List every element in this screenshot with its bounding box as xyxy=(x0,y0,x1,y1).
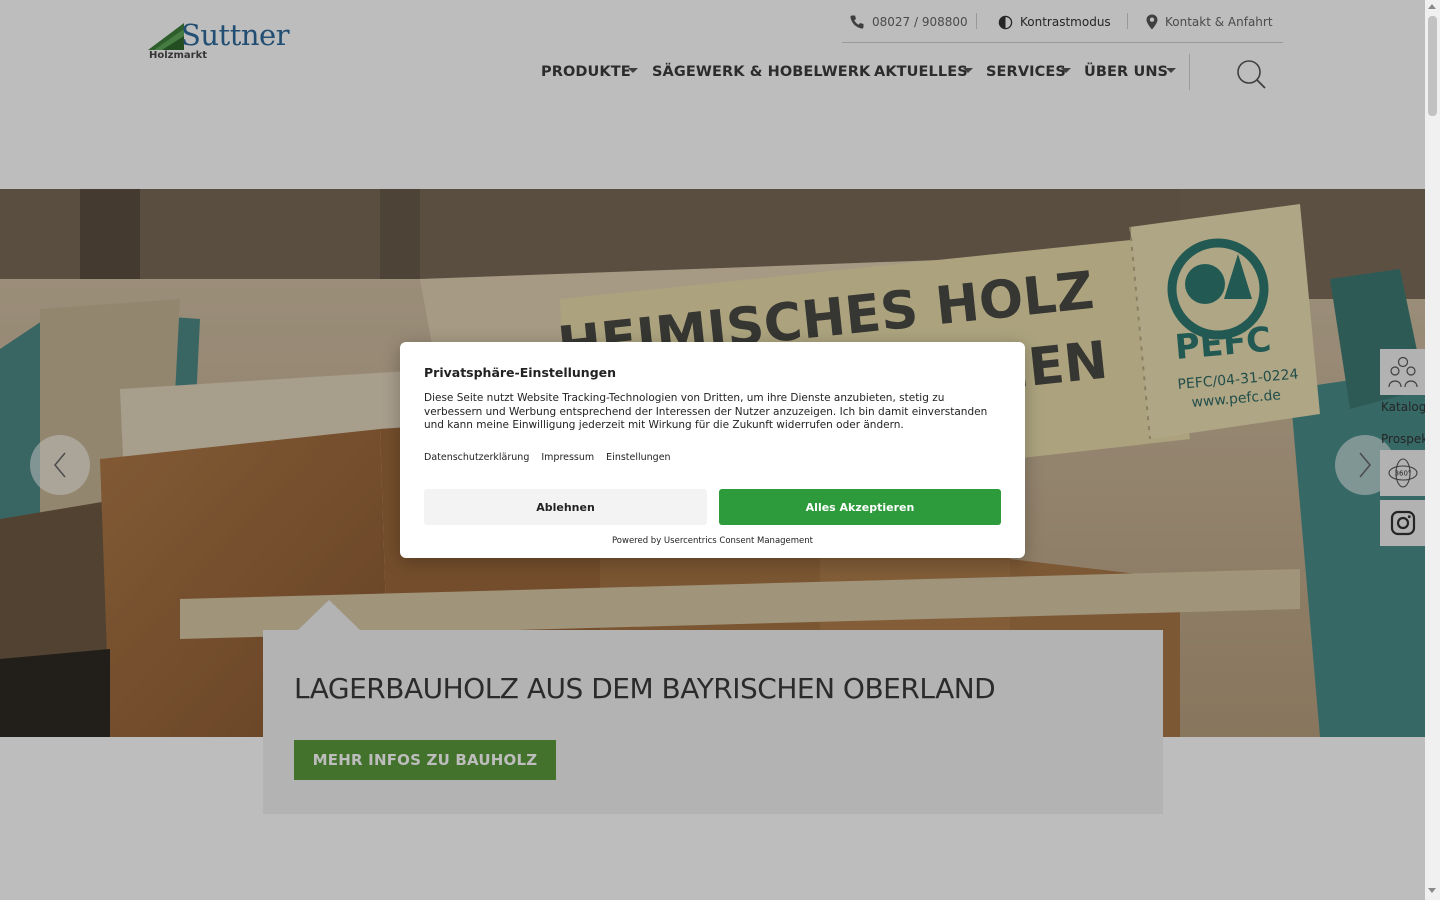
accept-all-button[interactable]: Alles Akzeptieren xyxy=(719,489,1001,525)
decline-button[interactable]: Ablehnen xyxy=(424,489,707,525)
scroll-up-icon[interactable] xyxy=(1428,4,1436,9)
consent-dialog: Privatsphäre-Einstellungen Diese Seite n… xyxy=(400,342,1025,558)
scrollbar-thumb[interactable] xyxy=(1428,16,1437,116)
consent-title: Privatsphäre-Einstellungen xyxy=(424,365,617,380)
privacy-policy-link[interactable]: Datenschutzerklärung xyxy=(424,452,529,463)
consent-powered-by: Powered by Usercentrics Consent Manageme… xyxy=(611,536,814,546)
page-scrollbar[interactable] xyxy=(1425,0,1440,900)
consent-text: Diese Seite nutzt Website Tracking-Techn… xyxy=(424,392,988,431)
consent-links: Datenschutzerklärung Impressum Einstellu… xyxy=(424,452,671,463)
scroll-down-icon[interactable] xyxy=(1428,888,1436,893)
imprint-link[interactable]: Impressum xyxy=(541,452,594,463)
settings-link[interactable]: Einstellungen xyxy=(606,452,670,463)
